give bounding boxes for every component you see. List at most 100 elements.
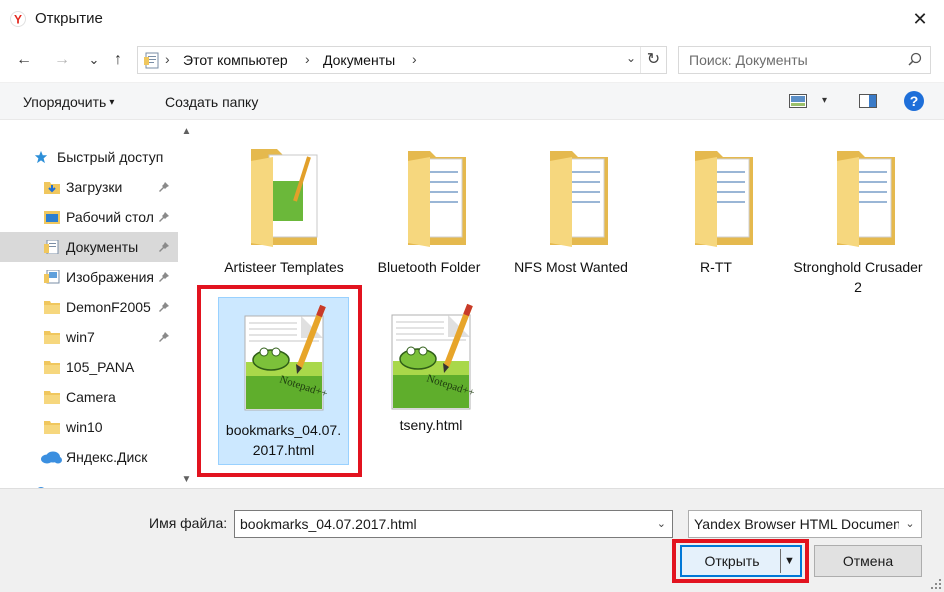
folder-icon bbox=[526, 141, 616, 251]
sidebar-item-label: Camera bbox=[66, 389, 116, 405]
cloud-icon bbox=[41, 451, 62, 464]
file-type-value: Yandex Browser HTML Document bbox=[694, 516, 905, 532]
pictures-icon bbox=[44, 270, 60, 284]
sidebar-item-label: Быстрый доступ bbox=[57, 149, 164, 165]
filename-dropdown-button[interactable]: ⌄ bbox=[657, 517, 666, 530]
folder-icon bbox=[671, 141, 761, 251]
pin-icon[interactable] bbox=[158, 211, 170, 223]
file-item-nfs-most-wanted[interactable]: NFS Most Wanted bbox=[503, 141, 639, 277]
sidebar-item-label: DemonF2005 bbox=[66, 299, 151, 315]
file-name: Stronghold Crusader 2 bbox=[793, 259, 923, 295]
resize-grip-icon[interactable] bbox=[930, 578, 942, 590]
new-folder-button[interactable]: Создать папку bbox=[165, 94, 258, 110]
file-name: R-TT bbox=[700, 259, 732, 275]
sidebar-item-105-pana[interactable]: 105_PANA bbox=[0, 352, 178, 382]
file-item-artisteer-templates[interactable]: Artisteer Templates bbox=[216, 141, 352, 277]
file-name: NFS Most Wanted bbox=[514, 259, 628, 275]
folder-icon bbox=[44, 421, 60, 434]
sidebar-item-quick-access[interactable]: Быстрый доступ bbox=[0, 142, 178, 172]
recent-locations-button[interactable]: ⌄ bbox=[84, 50, 104, 70]
folder-icon bbox=[44, 301, 60, 314]
search-icon bbox=[908, 52, 922, 66]
sidebar-item-demonf2005[interactable]: DemonF2005 bbox=[0, 292, 178, 322]
folder-icon bbox=[44, 361, 60, 374]
navigation-pane: Быстрый доступ Загрузки Рабочий стол Док… bbox=[0, 121, 196, 488]
change-view-icon[interactable] bbox=[789, 93, 807, 109]
search-input[interactable]: Поиск: Документы bbox=[678, 46, 931, 74]
filename-label: Имя файла: bbox=[149, 515, 228, 531]
scroll-up-button[interactable]: ▲ bbox=[178, 123, 195, 140]
file-type-dropdown-button[interactable]: ⌄ bbox=[899, 511, 921, 537]
file-type-select[interactable]: Yandex Browser HTML Document ⌄ bbox=[688, 510, 922, 538]
downloads-icon bbox=[44, 182, 60, 194]
breadcrumb-separator[interactable]: › bbox=[412, 51, 417, 67]
documents-icon bbox=[44, 240, 59, 254]
sidebar-item-label: Изображения bbox=[66, 269, 154, 285]
address-dropdown-button[interactable]: ⌄ bbox=[626, 51, 636, 65]
sidebar-item-yandex-disk[interactable]: Яндекс.Диск bbox=[0, 442, 178, 472]
organize-label: Упорядочить bbox=[23, 94, 107, 110]
pin-icon[interactable] bbox=[158, 331, 170, 343]
sidebar-item-camera[interactable]: Camera bbox=[0, 382, 178, 412]
file-item-stronghold-crusader-2[interactable]: Stronghold Crusader 2 bbox=[790, 141, 926, 297]
scroll-down-button[interactable]: ▼ bbox=[178, 471, 195, 488]
sidebar-scrollbar[interactable]: ▲ ▼ bbox=[178, 121, 195, 488]
up-button[interactable]: ↑ bbox=[108, 50, 128, 70]
filename-value: bookmarks_04.07.2017.html bbox=[240, 516, 417, 532]
sidebar-item-pictures[interactable]: Изображения bbox=[0, 262, 178, 292]
refresh-button[interactable]: ↻ bbox=[640, 47, 666, 73]
preview-pane-icon[interactable] bbox=[859, 93, 877, 109]
sidebar-item-win10[interactable]: win10 bbox=[0, 412, 178, 442]
sidebar-item-downloads[interactable]: Загрузки bbox=[0, 172, 178, 202]
sidebar-item-label: Яндекс.Диск bbox=[66, 449, 148, 465]
folder-icon bbox=[384, 141, 474, 251]
dialog-footer: Имя файла: bookmarks_04.07.2017.html ⌄ Y… bbox=[0, 488, 944, 592]
organize-button[interactable]: Упорядочить ▾ bbox=[23, 94, 114, 110]
window-title: Открытие bbox=[35, 10, 103, 27]
sidebar-item-desktop[interactable]: Рабочий стол bbox=[0, 202, 178, 232]
pin-icon[interactable] bbox=[158, 241, 170, 253]
file-name: tseny.html bbox=[399, 417, 463, 433]
sidebar-item-label: 105_PANA bbox=[66, 359, 135, 375]
file-name: Artisteer Templates bbox=[224, 259, 344, 275]
file-item-tseny-html[interactable]: Notepad++ tseny.html bbox=[363, 297, 499, 435]
documents-location-icon bbox=[144, 52, 159, 69]
address-bar[interactable]: › Этот компьютер › Документы › ⌄ ↻ bbox=[137, 46, 667, 74]
folder-icon bbox=[813, 141, 903, 251]
view-options-caret[interactable]: ▾ bbox=[822, 95, 827, 106]
sidebar-item-documents[interactable]: Документы bbox=[0, 232, 178, 262]
search-placeholder: Поиск: Документы bbox=[689, 52, 808, 68]
caret-down-icon: ▾ bbox=[109, 97, 115, 108]
breadcrumb-documents[interactable]: Документы bbox=[323, 52, 395, 68]
file-item-r-tt[interactable]: R-TT bbox=[648, 141, 784, 277]
file-list: Artisteer Templates Bluetooth Folder NFS… bbox=[197, 121, 944, 488]
help-button[interactable]: ? bbox=[904, 91, 924, 111]
pin-icon[interactable] bbox=[158, 181, 170, 193]
breadcrumb-separator[interactable]: › bbox=[305, 51, 310, 67]
folder-icon bbox=[44, 331, 60, 344]
navigation-bar: ← → ⌄ ↑ › Этот компьютер › Документы › ⌄… bbox=[0, 40, 944, 80]
star-icon bbox=[34, 150, 48, 164]
sidebar-item-win7[interactable]: win7 bbox=[0, 322, 178, 352]
forward-button[interactable]: → bbox=[52, 50, 72, 70]
breadcrumb-separator[interactable]: › bbox=[165, 51, 170, 67]
breadcrumb-this-pc[interactable]: Этот компьютер bbox=[183, 52, 288, 68]
notepad-plus-plus-icon: Notepad++ bbox=[386, 301, 476, 411]
pin-icon[interactable] bbox=[158, 301, 170, 313]
sidebar-item-label: Рабочий стол bbox=[66, 209, 154, 225]
pin-icon[interactable] bbox=[158, 271, 170, 283]
cancel-button[interactable]: Отмена bbox=[814, 545, 922, 577]
folder-with-document-icon bbox=[239, 141, 329, 251]
svg-text:Y: Y bbox=[14, 13, 22, 27]
sidebar-item-label: Документы bbox=[66, 239, 139, 255]
command-bar: Упорядочить ▾ Создать папку ▾ ? bbox=[0, 82, 944, 120]
back-button[interactable]: ← bbox=[14, 50, 34, 70]
close-button[interactable]: ✕ bbox=[910, 9, 930, 29]
filename-input[interactable]: bookmarks_04.07.2017.html ⌄ bbox=[234, 510, 673, 538]
folder-icon bbox=[44, 391, 60, 404]
annotation-highlight bbox=[197, 285, 362, 477]
file-item-bluetooth-folder[interactable]: Bluetooth Folder bbox=[361, 141, 497, 277]
sidebar-item-label: win7 bbox=[66, 329, 95, 345]
desktop-icon bbox=[44, 211, 60, 224]
sidebar-item-label: Загрузки bbox=[66, 179, 123, 195]
